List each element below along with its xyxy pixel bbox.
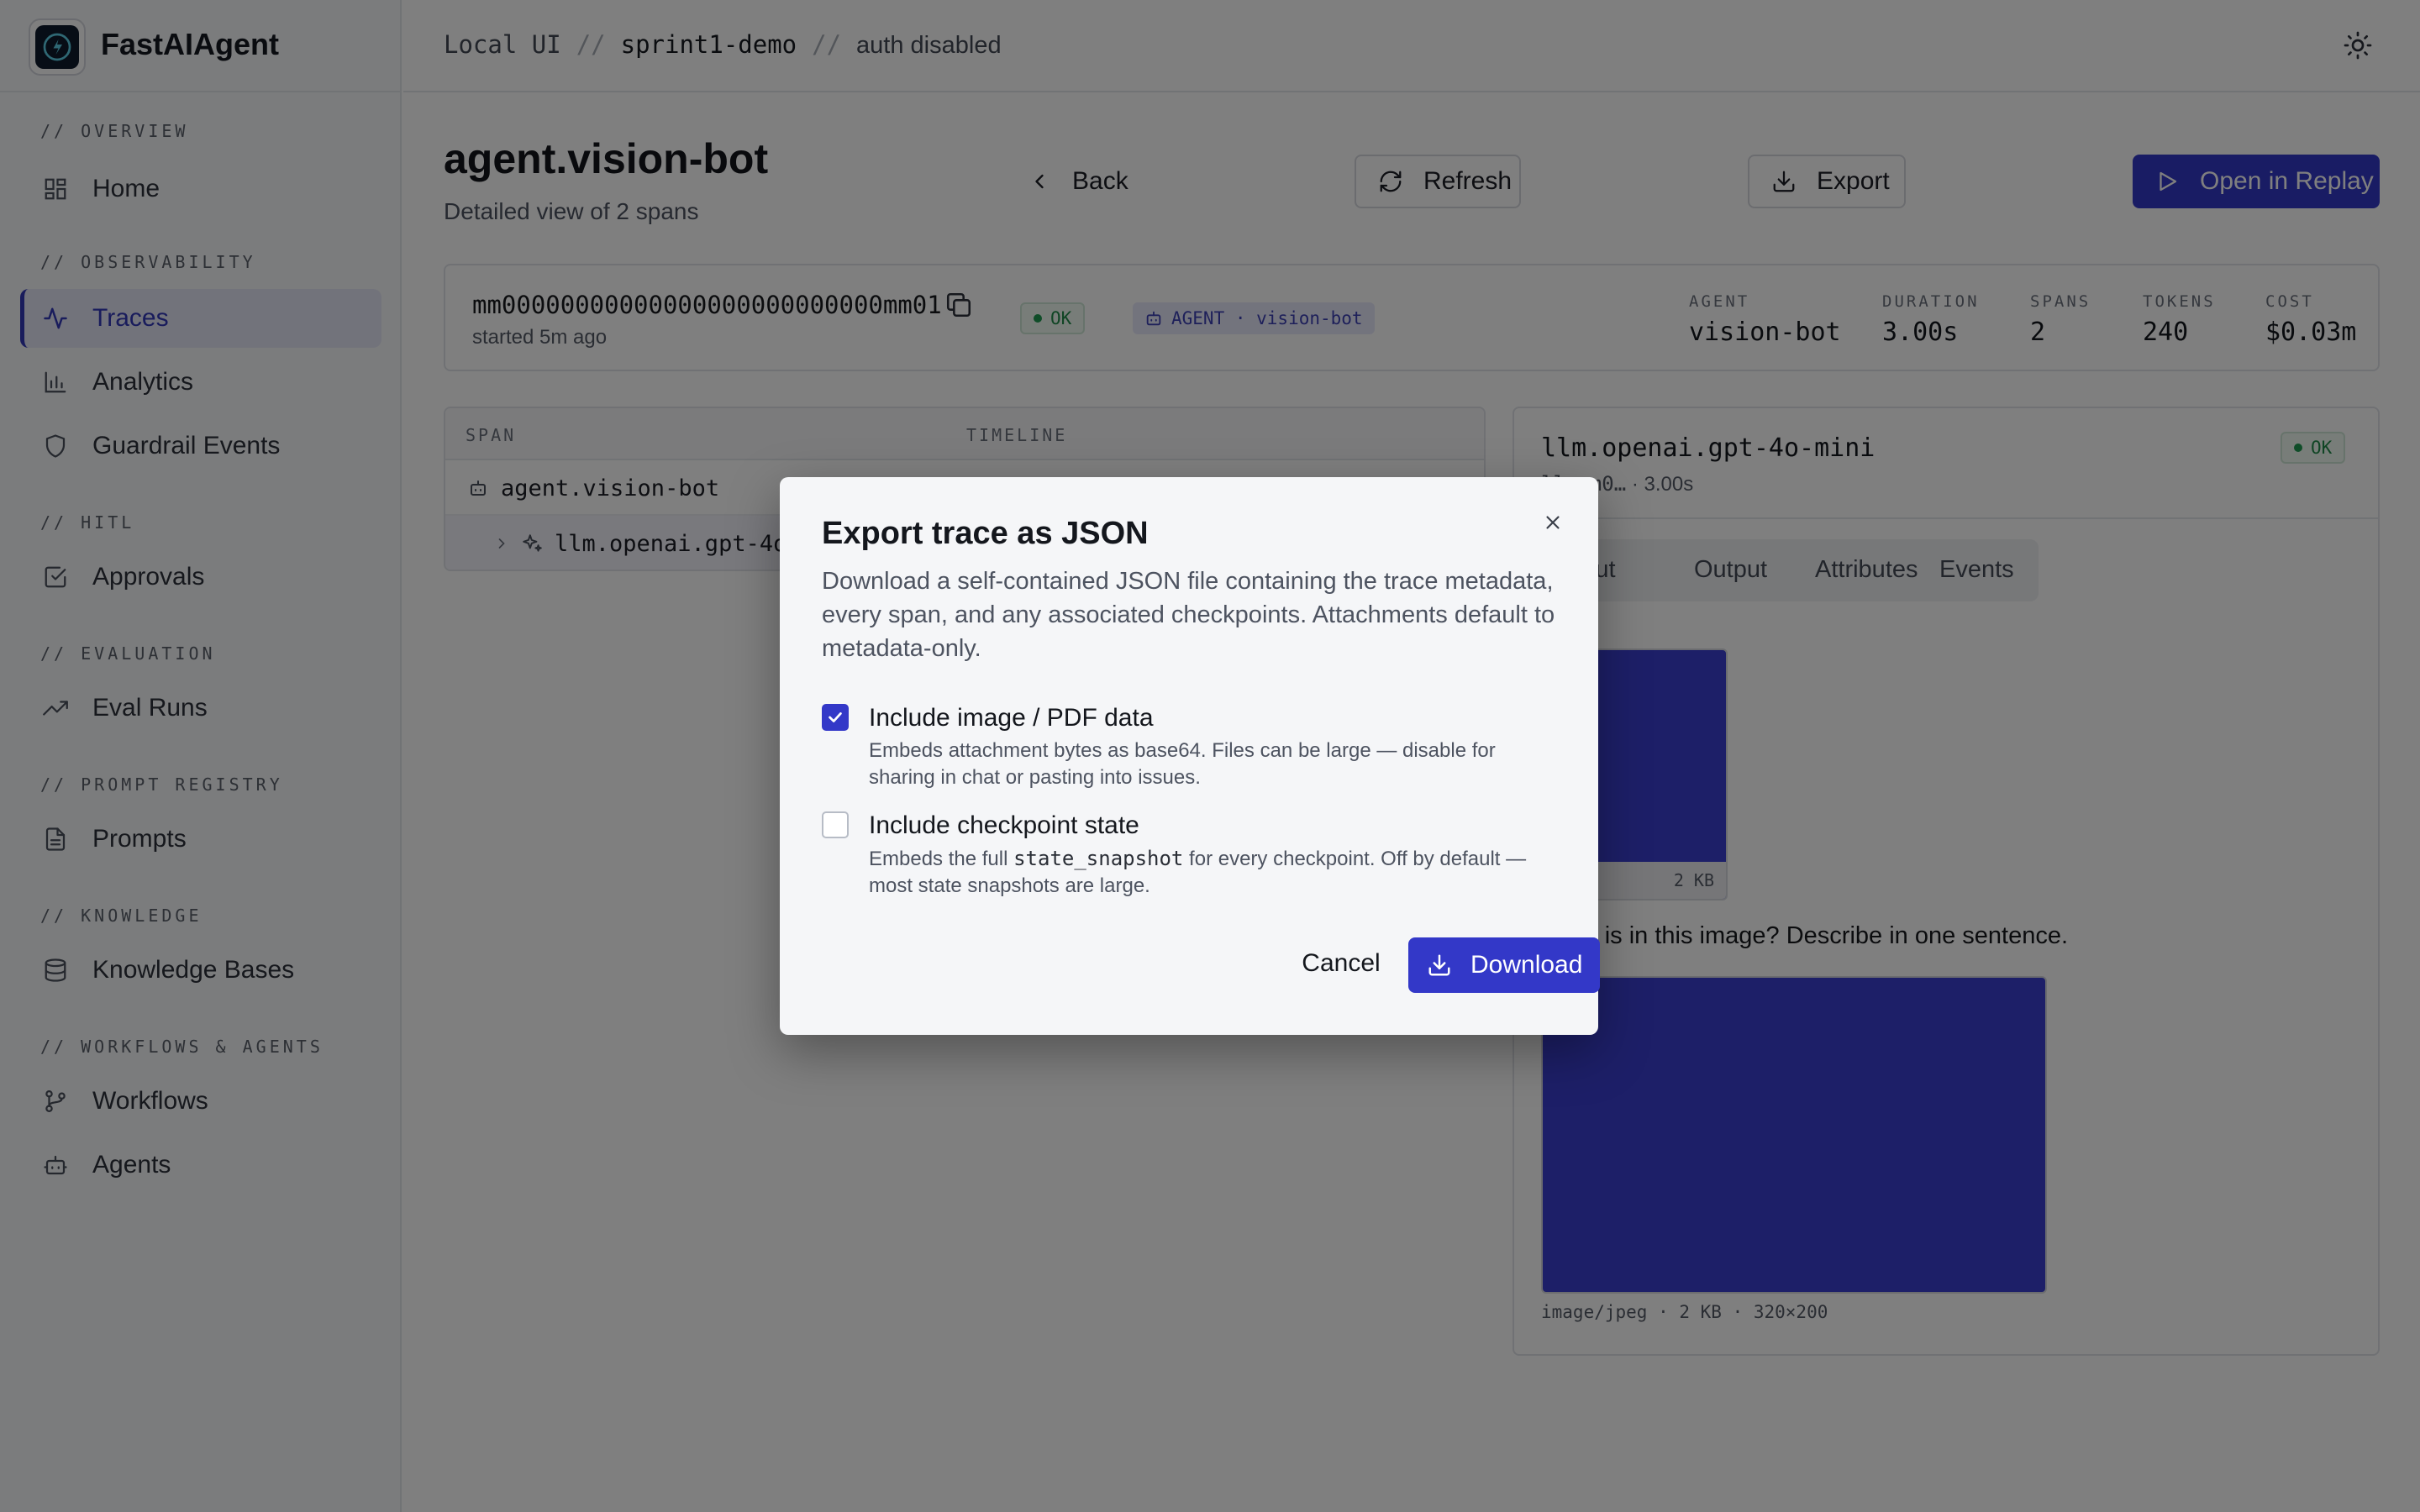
dialog-description: Download a self-contained JSON file cont… (822, 568, 1555, 662)
export-trace-dialog: Export trace as JSON Download a self-con… (780, 477, 1600, 1035)
inline-code: state_snapshot (1013, 847, 1184, 870)
check-icon (829, 712, 842, 722)
include-checkpoint-state-checkbox[interactable] (822, 811, 849, 838)
dialog-title: Export trace as JSON (822, 516, 1149, 551)
close-icon[interactable] (1538, 507, 1568, 538)
include-checkpoint-state-label[interactable]: Include checkpoint state (869, 811, 1139, 840)
include-image-data-checkbox[interactable] (822, 704, 849, 731)
download-icon (1425, 951, 1454, 979)
include-checkpoint-state-help: Embeds the full state_snapshot for every… (869, 845, 1566, 900)
include-image-data-help: Embeds attachment bytes as base64. Files… (869, 739, 1496, 789)
download-button[interactable]: Download (1408, 937, 1600, 993)
download-button-label: Download (1470, 951, 1583, 979)
help-text: Embeds the full (869, 848, 1014, 870)
cancel-button[interactable]: Cancel (1282, 937, 1400, 990)
include-image-data-label[interactable]: Include image / PDF data (869, 704, 1154, 732)
